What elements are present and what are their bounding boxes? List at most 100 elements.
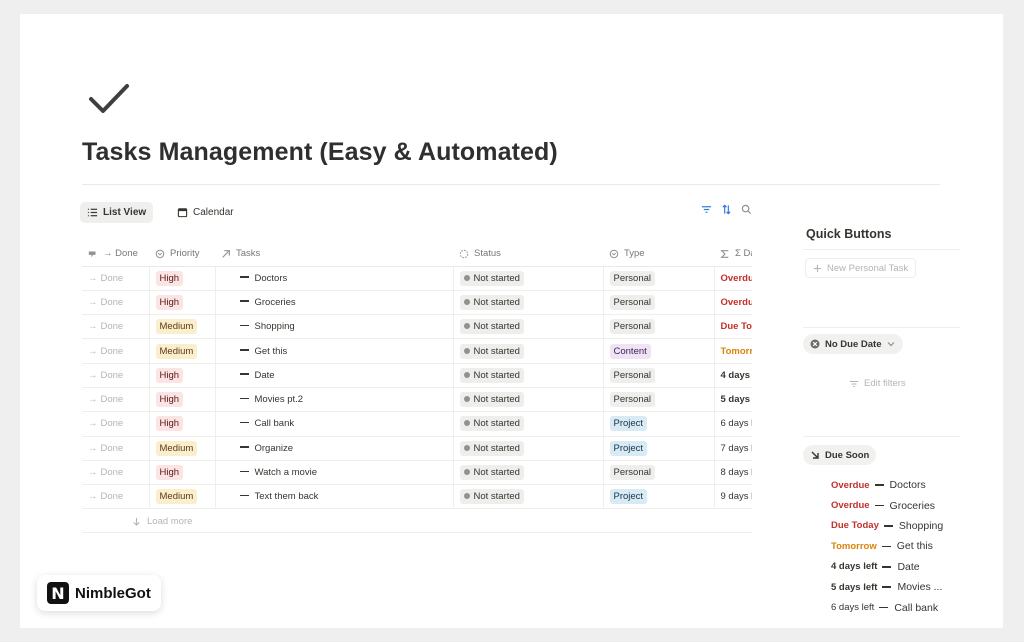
type-cell[interactable]: Personal bbox=[603, 266, 715, 291]
edit-filters-label: Edit filters bbox=[864, 378, 906, 389]
dash-icon bbox=[882, 586, 892, 588]
filter-icon[interactable] bbox=[701, 204, 712, 215]
dash-icon bbox=[239, 349, 249, 351]
done-button[interactable]: Done bbox=[101, 370, 124, 381]
task-cell[interactable]: Text them back bbox=[215, 484, 454, 510]
task-cell[interactable]: Call bank bbox=[215, 411, 454, 437]
due-soon-view[interactable]: Due Soon bbox=[803, 445, 877, 465]
task-cell[interactable]: Get this bbox=[215, 338, 454, 364]
done-button[interactable]: Done bbox=[101, 346, 124, 357]
type-cell[interactable]: Content bbox=[603, 338, 715, 364]
type-cell[interactable]: Project bbox=[603, 436, 715, 461]
status-cell[interactable]: Not started bbox=[453, 338, 604, 364]
task-cell[interactable]: Movies pt.2 bbox=[215, 387, 454, 413]
type-cell[interactable]: Project bbox=[603, 411, 715, 437]
column-header-due[interactable]: Σ Da bbox=[714, 242, 752, 267]
table-row[interactable]: → Done Medium Text them back Not started Proj… bbox=[82, 484, 752, 510]
done-cell[interactable]: → Done bbox=[82, 266, 150, 291]
no-due-date-filter[interactable]: No Due Date bbox=[803, 334, 904, 354]
done-button[interactable]: Done bbox=[101, 467, 124, 478]
type-cell[interactable]: Personal bbox=[603, 363, 715, 388]
done-button[interactable]: Done bbox=[101, 394, 124, 405]
table-row[interactable]: → Done High Movies pt.2 Not started Personal 5… bbox=[82, 387, 752, 413]
priority-cell[interactable]: Medium bbox=[149, 484, 216, 510]
priority-cell[interactable]: High bbox=[149, 460, 216, 486]
status-cell[interactable]: Not started bbox=[453, 266, 604, 291]
dash-icon bbox=[239, 373, 249, 375]
status-cell[interactable]: Not started bbox=[453, 314, 604, 340]
due-soon-item[interactable]: 5 days left Movies ... bbox=[831, 577, 961, 597]
table-row[interactable]: → Done High Doctors Not started Personal Overd… bbox=[82, 266, 752, 291]
tab-calendar[interactable]: Calendar bbox=[170, 202, 241, 223]
due-soon-item[interactable]: 6 days left Call bank bbox=[831, 597, 961, 617]
done-button[interactable]: Done bbox=[101, 297, 124, 308]
sort-icon[interactable] bbox=[721, 204, 732, 215]
arrow-right-icon: → bbox=[88, 491, 98, 503]
type-cell[interactable]: Personal bbox=[603, 387, 715, 413]
task-cell[interactable]: Shopping bbox=[215, 314, 454, 340]
type-cell[interactable]: Personal bbox=[603, 314, 715, 340]
edit-filters-button[interactable]: Edit filters bbox=[849, 378, 906, 389]
due-soon-item[interactable]: Tomorrow Get this bbox=[831, 536, 961, 556]
priority-cell[interactable]: High bbox=[149, 387, 216, 413]
type-cell[interactable]: Personal bbox=[603, 290, 715, 316]
status-cell[interactable]: Not started bbox=[453, 484, 604, 510]
done-button[interactable]: Done bbox=[101, 443, 124, 454]
priority-cell[interactable]: High bbox=[149, 411, 216, 437]
dash-icon bbox=[239, 397, 249, 400]
column-header-priority[interactable]: Priority bbox=[149, 242, 215, 267]
due-soon-item[interactable]: 4 days left Date bbox=[831, 557, 961, 577]
due-soon-item[interactable]: Overdue Doctors bbox=[831, 475, 961, 495]
new-personal-task-button[interactable]: New Personal Task bbox=[805, 258, 917, 278]
task-cell[interactable]: Date bbox=[215, 363, 454, 388]
task-cell[interactable]: Organize bbox=[215, 436, 454, 461]
status-cell[interactable]: Not started bbox=[453, 411, 604, 437]
priority-cell[interactable]: Medium bbox=[149, 338, 216, 364]
column-header-type[interactable]: Type bbox=[603, 242, 714, 267]
table-row[interactable]: →Done High Date Not started Personal 4 days l… bbox=[82, 363, 752, 388]
status-cell[interactable]: Not started bbox=[453, 387, 604, 413]
task-name: Call bank bbox=[894, 601, 939, 614]
status-cell[interactable]: Not started bbox=[453, 436, 604, 461]
done-cell[interactable]: → Done bbox=[82, 290, 150, 316]
done-button[interactable]: Done bbox=[101, 491, 124, 502]
done-button[interactable]: Done bbox=[101, 273, 124, 284]
table-row[interactable]: → Done High Watch a movie Not started Persona… bbox=[82, 460, 752, 486]
done-cell[interactable]: → Done bbox=[82, 436, 150, 461]
tab-list-view[interactable]: List View bbox=[80, 202, 154, 223]
search-icon[interactable] bbox=[741, 204, 752, 215]
done-cell[interactable]: → Done bbox=[82, 411, 150, 437]
priority-cell[interactable]: Medium bbox=[149, 436, 216, 461]
done-cell[interactable]: → Done bbox=[82, 363, 150, 388]
status-cell[interactable]: Not started bbox=[453, 363, 604, 388]
table-row[interactable]: → Done Medium Organize Not started Project 7 d… bbox=[82, 436, 752, 461]
table-row[interactable]: → Done Medium Shopping Not started Personal Du… bbox=[82, 314, 752, 340]
due-soon-item[interactable]: Due Today Shopping bbox=[831, 516, 961, 536]
load-more-button[interactable]: Load more bbox=[132, 516, 192, 527]
done-cell[interactable]: → Done bbox=[82, 387, 150, 413]
task-cell[interactable]: Watch a movie bbox=[215, 460, 454, 486]
done-cell[interactable]: → Done bbox=[82, 314, 150, 340]
column-header-status[interactable]: Status bbox=[453, 242, 603, 267]
priority-cell[interactable]: High bbox=[149, 290, 216, 316]
type-cell[interactable]: Project bbox=[603, 484, 715, 510]
task-cell[interactable]: Groceries bbox=[215, 290, 454, 316]
table-row[interactable]: → Done Medium Get this Not started Content Tom… bbox=[82, 338, 752, 364]
column-header-done[interactable]: → Done bbox=[82, 242, 149, 267]
table-row[interactable]: → Done High Call bank Not started Project 6 da… bbox=[82, 411, 752, 437]
status-cell[interactable]: Not started bbox=[453, 290, 604, 316]
status-cell[interactable]: Not started bbox=[453, 460, 604, 486]
done-button[interactable]: Done bbox=[101, 418, 124, 429]
task-cell[interactable]: Doctors bbox=[215, 266, 454, 291]
table-row[interactable]: → Done High Groceries Not started Personal Ove… bbox=[82, 290, 752, 316]
done-button[interactable]: Done bbox=[101, 321, 124, 332]
priority-cell[interactable]: Medium bbox=[149, 314, 216, 340]
done-cell[interactable]: → Done bbox=[82, 484, 150, 510]
column-header-tasks[interactable]: Tasks bbox=[215, 242, 453, 267]
priority-cell[interactable]: High bbox=[149, 266, 216, 291]
due-soon-item[interactable]: Overdue Groceries bbox=[831, 495, 961, 515]
done-cell[interactable]: → Done bbox=[82, 460, 150, 486]
done-cell[interactable]: → Done bbox=[82, 338, 150, 364]
type-cell[interactable]: Personal bbox=[603, 460, 715, 486]
priority-cell[interactable]: High bbox=[149, 363, 216, 388]
